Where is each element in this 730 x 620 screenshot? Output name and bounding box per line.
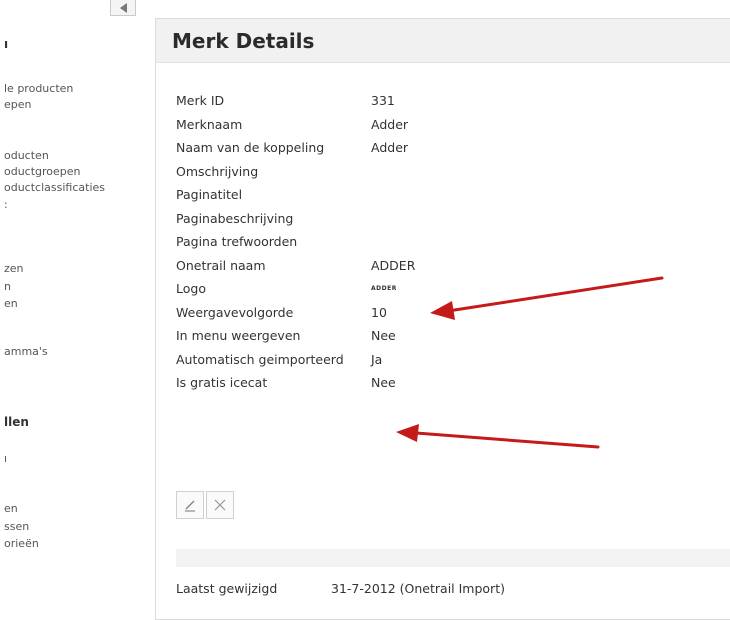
sidebar-section-heading: ı [4, 37, 9, 51]
sidebar-item[interactable]: : [4, 198, 8, 211]
detail-label: Logo [176, 281, 206, 297]
detail-value: Nee [371, 328, 396, 344]
detail-row-onetrail-naam: Onetrail naam ADDER [176, 254, 415, 278]
detail-row-koppeling: Naam van de koppeling Adder [176, 136, 415, 160]
sidebar-item[interactable]: ı [4, 452, 7, 465]
sidebar-collapse-button[interactable] [110, 0, 136, 16]
edit-button[interactable] [176, 491, 204, 519]
last-modified-label: Laatst gewijzigd [176, 581, 278, 596]
detail-row-automatisch-geimporteerd: Automatisch geimporteerd Ja [176, 348, 415, 372]
sidebar-item[interactable]: ssen [4, 520, 29, 533]
sidebar-item[interactable]: oductgroepen [4, 165, 81, 178]
sidebar-item[interactable]: zen [4, 262, 24, 275]
detail-row-menu-weergeven: In menu weergeven Nee [176, 324, 415, 348]
detail-label: Merknaam [176, 116, 243, 132]
sidebar-item[interactable]: en [4, 502, 18, 515]
detail-label: Weergavevolgorde [176, 304, 294, 320]
detail-row-gratis-icecat: Is gratis icecat Nee [176, 371, 415, 395]
sidebar-item[interactable]: le producten [4, 82, 73, 95]
panel-header: Merk Details [156, 19, 730, 63]
last-modified: Laatst gewijzigd 31-7-2012 (Onetrail Imp… [176, 581, 505, 596]
detail-row-paginabeschrijving: Paginabeschrijving [176, 207, 415, 231]
detail-label: Merk ID [176, 93, 225, 109]
detail-label: Paginatitel [176, 187, 243, 203]
detail-label: Is gratis icecat [176, 375, 268, 391]
sidebar-item[interactable]: amma's [4, 345, 48, 358]
sidebar-item[interactable]: epen [4, 98, 32, 111]
sidebar-item[interactable]: oducten [4, 149, 49, 162]
sidebar: ı le producten epen oducten oductgroepen… [0, 0, 150, 591]
detail-label: Paginabeschrijving [176, 210, 294, 226]
sidebar-item[interactable]: en [4, 297, 18, 310]
detail-row-paginatitel: Paginatitel [176, 183, 415, 207]
detail-value: 331 [371, 93, 395, 109]
chevron-left-icon [119, 2, 127, 13]
sidebar-item[interactable]: n [4, 280, 11, 293]
detail-row-trefwoorden: Pagina trefwoorden [176, 230, 415, 254]
close-icon [214, 499, 226, 511]
sidebar-item[interactable]: orieën [4, 537, 39, 550]
page-title: Merk Details [172, 28, 315, 53]
detail-label: In menu weergeven [176, 328, 301, 344]
detail-row-logo: Logo ADDER [176, 277, 415, 301]
detail-label: Naam van de koppeling [176, 140, 325, 156]
detail-label: Pagina trefwoorden [176, 234, 298, 250]
detail-value: Adder [371, 140, 409, 156]
details-list: Merk ID 331 Merknaam Adder Naam van de k… [176, 89, 415, 395]
detail-label: Onetrail naam [176, 257, 266, 273]
separator-bar [176, 549, 730, 567]
delete-button[interactable] [206, 491, 234, 519]
brand-logo: ADDER [371, 285, 397, 293]
last-modified-value: 31-7-2012 (Onetrail Import) [331, 581, 505, 596]
pencil-icon [185, 500, 195, 512]
action-buttons [176, 491, 234, 519]
detail-value: 10 [371, 304, 387, 320]
merk-details-panel: Merk Details Merk ID 331 Merknaam Adder … [155, 18, 730, 620]
detail-row-weergavevolgorde: Weergavevolgorde 10 [176, 301, 415, 325]
detail-label: Omschrijving [176, 163, 259, 179]
detail-row-merk-id: Merk ID 331 [176, 89, 415, 113]
sidebar-section-heading: llen [4, 415, 29, 429]
detail-row-merknaam: Merknaam Adder [176, 113, 415, 137]
detail-row-omschrijving: Omschrijving [176, 160, 415, 184]
detail-value: ADDER [371, 257, 416, 273]
detail-value: Ja [371, 351, 383, 367]
detail-value: Nee [371, 375, 396, 391]
sidebar-item[interactable]: oductclassificaties [4, 181, 105, 194]
detail-value: Adder [371, 116, 409, 132]
detail-label: Automatisch geimporteerd [176, 351, 344, 367]
